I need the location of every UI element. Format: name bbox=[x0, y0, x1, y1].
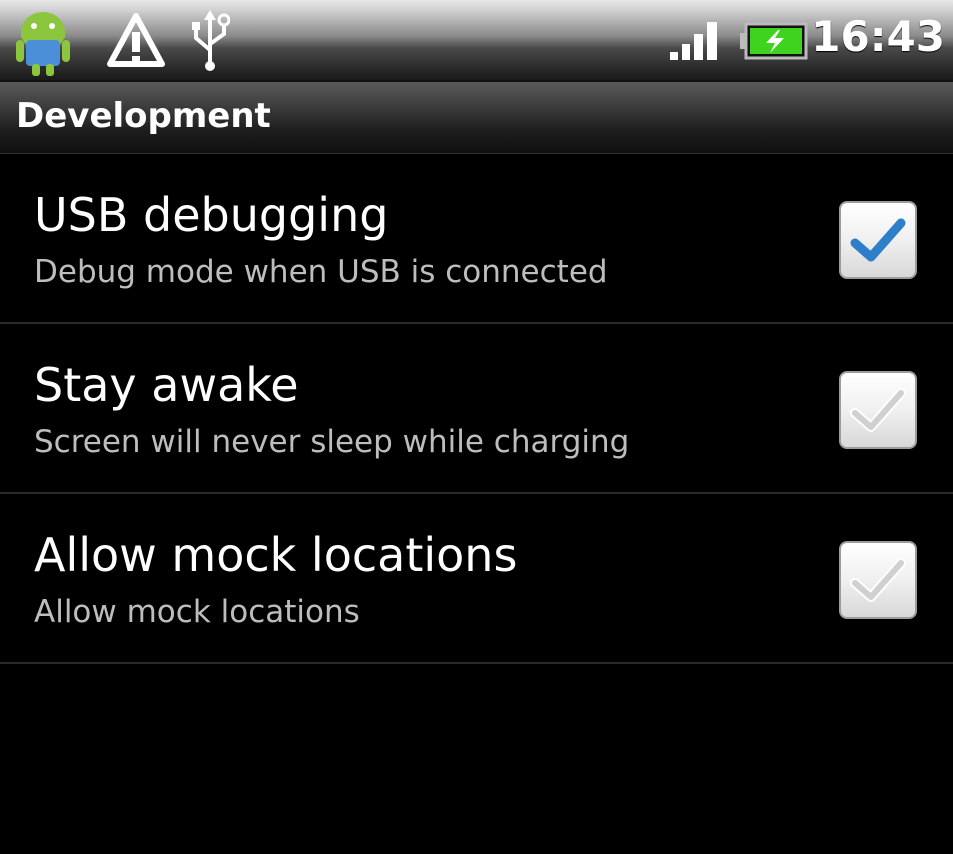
preference-summary: Debug mode when USB is connected bbox=[34, 254, 608, 290]
preference-stay-awake[interactable]: Stay awake Screen will never sleep while… bbox=[0, 324, 953, 494]
battery-charging-icon bbox=[740, 22, 808, 60]
signal-icon bbox=[670, 22, 717, 60]
usb-icon bbox=[192, 10, 230, 71]
check-mark-icon bbox=[850, 218, 906, 262]
preference-summary: Allow mock locations bbox=[34, 594, 360, 630]
preference-list: USB debugging Debug mode when USB is con… bbox=[0, 154, 953, 664]
status-clock: 16:43 bbox=[811, 12, 945, 61]
allow-mock-locations-checkbox[interactable] bbox=[839, 541, 917, 619]
preference-title: USB debugging bbox=[34, 188, 389, 242]
check-mark-outline-icon bbox=[850, 558, 906, 602]
preference-usb-debugging[interactable]: USB debugging Debug mode when USB is con… bbox=[0, 154, 953, 324]
preference-summary: Screen will never sleep while charging bbox=[34, 424, 630, 460]
warning-icon bbox=[107, 13, 165, 67]
android-icon bbox=[16, 12, 70, 76]
page-title: Development bbox=[16, 96, 271, 136]
usb-debugging-checkbox[interactable] bbox=[839, 201, 917, 279]
preference-allow-mock-locations[interactable]: Allow mock locations Allow mock location… bbox=[0, 494, 953, 664]
stay-awake-checkbox[interactable] bbox=[839, 371, 917, 449]
status-bar: 16:43 bbox=[0, 0, 953, 82]
preference-title: Stay awake bbox=[34, 358, 299, 412]
title-bar: Development bbox=[0, 82, 953, 154]
preference-title: Allow mock locations bbox=[34, 528, 518, 582]
check-mark-outline-icon bbox=[850, 388, 906, 432]
